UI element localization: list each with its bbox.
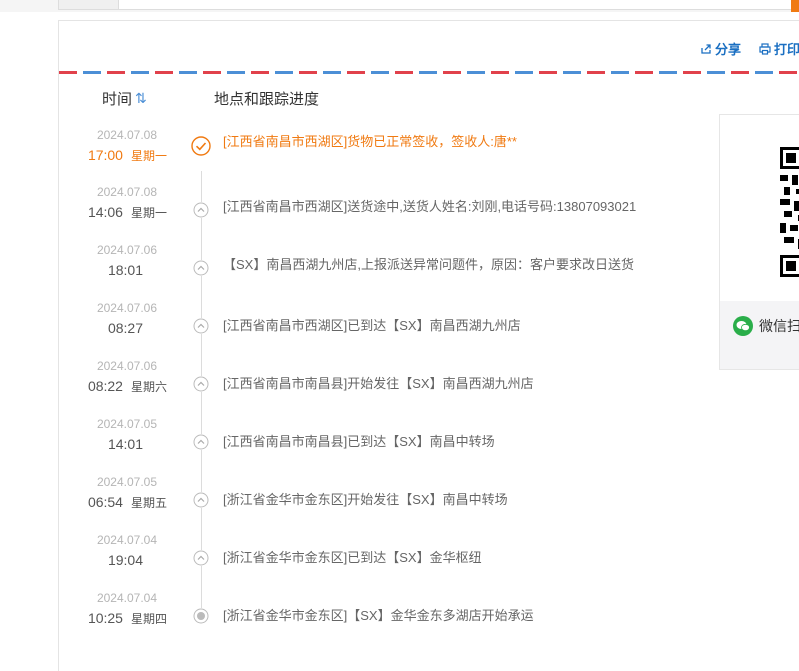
chevron-up-icon (193, 202, 209, 218)
event-time: 08:22 星期六 (88, 378, 167, 395)
time-column-header: 时间 ⇅ (102, 88, 147, 109)
airmail-divider (59, 71, 799, 74)
sort-icon[interactable]: ⇅ (135, 90, 147, 107)
origin-dot-icon (193, 608, 209, 624)
event-date: 2024.07.08 (96, 185, 157, 199)
event-description: [浙江省金华市金东区]已到达【SX】金华枢纽 (223, 550, 482, 565)
event-clock: 14:06 (87, 204, 123, 220)
signed-check-icon (191, 136, 211, 156)
event-weekday: 星期四 (130, 612, 167, 626)
event-date: 2024.07.06 (96, 243, 157, 257)
event-date: 2024.07.06 (96, 301, 157, 315)
print-button[interactable]: 打印 (759, 39, 799, 58)
chevron-up-icon (193, 318, 209, 334)
event-description: [江西省南昌市西湖区]已到达【SX】南昌西湖九州店 (223, 318, 521, 333)
event-time: 06:54 星期五 (88, 494, 167, 511)
event-clock: 10:25 (87, 610, 123, 626)
event-time: 19:04 (108, 552, 143, 568)
chevron-up-icon (193, 492, 209, 508)
top-search-strip (0, 0, 799, 12)
event-time: 08:27 (108, 320, 143, 336)
event-description: [江西省南昌市南昌县]已到达【SX】南昌中转场 (223, 434, 495, 449)
wechat-icon (733, 316, 753, 336)
event-time: 18:01 (108, 262, 143, 278)
wechat-label: 微信扫 (759, 318, 799, 334)
chevron-up-icon (193, 376, 209, 392)
event-description: [江西省南昌市西湖区]货物已正常签收，签收人:唐** (223, 134, 517, 149)
event-clock: 14:01 (107, 436, 143, 452)
print-label: 打印 (773, 42, 799, 57)
event-weekday: 星期一 (130, 149, 167, 163)
search-category-box[interactable] (58, 0, 120, 10)
event-time: 10:25 星期四 (88, 610, 167, 627)
event-weekday: 星期五 (130, 496, 167, 510)
event-date: 2024.07.08 (96, 128, 157, 142)
event-date: 2024.07.06 (96, 359, 157, 373)
event-date: 2024.07.05 (96, 417, 157, 431)
event-clock: 06:54 (87, 494, 123, 510)
event-clock: 18:01 (107, 262, 143, 278)
event-clock: 08:27 (107, 320, 143, 336)
event-date: 2024.07.04 (96, 533, 157, 547)
event-description: [浙江省金华市金东区]【SX】金华金东多湖店开始承运 (223, 608, 534, 623)
event-clock: 17:00 (87, 147, 123, 163)
event-description: 【SX】南昌西湖九州店,上报派送异常问题件，原因：客户要求改日送货 (223, 257, 634, 272)
print-icon (759, 42, 771, 55)
event-clock: 19:04 (107, 552, 143, 568)
search-button[interactable] (791, 0, 799, 12)
event-weekday: 星期六 (130, 380, 167, 394)
event-time: 14:06 星期一 (88, 204, 167, 221)
event-weekday: 星期一 (130, 206, 167, 220)
event-date: 2024.07.05 (96, 475, 157, 489)
panel-actions: 分享 打印 (700, 39, 799, 58)
event-time: 17:00 星期一 (88, 147, 167, 164)
share-label: 分享 (714, 42, 741, 57)
search-input[interactable] (118, 0, 792, 10)
time-header-label: 时间 (102, 91, 133, 108)
chevron-up-icon (193, 434, 209, 450)
share-icon (701, 43, 711, 54)
event-description: [江西省南昌市南昌县]开始发往【SX】南昌西湖九州店 (223, 376, 534, 391)
event-time: 14:01 (108, 436, 143, 452)
chevron-up-icon (193, 260, 209, 276)
event-date: 2024.07.04 (96, 591, 157, 605)
wechat-scan[interactable]: 微信扫 (733, 316, 799, 336)
chevron-up-icon (193, 550, 209, 566)
tracking-panel: 分享 打印 时间 ⇅ 地点和跟踪进度 2024.07.08 17:00 星期一 [江西… (58, 20, 799, 671)
location-column-header: 地点和跟踪进度 (214, 91, 320, 108)
qr-card: 微信扫 (719, 114, 799, 370)
event-description: [江西省南昌市西湖区]送货途中,送货人姓名:刘刚,电话号码:1380709302… (223, 199, 637, 214)
event-clock: 08:22 (87, 378, 123, 394)
event-description: [浙江省金华市金东区]开始发往【SX】南昌中转场 (223, 492, 508, 507)
share-button[interactable]: 分享 (700, 39, 741, 58)
qr-code (780, 147, 799, 277)
